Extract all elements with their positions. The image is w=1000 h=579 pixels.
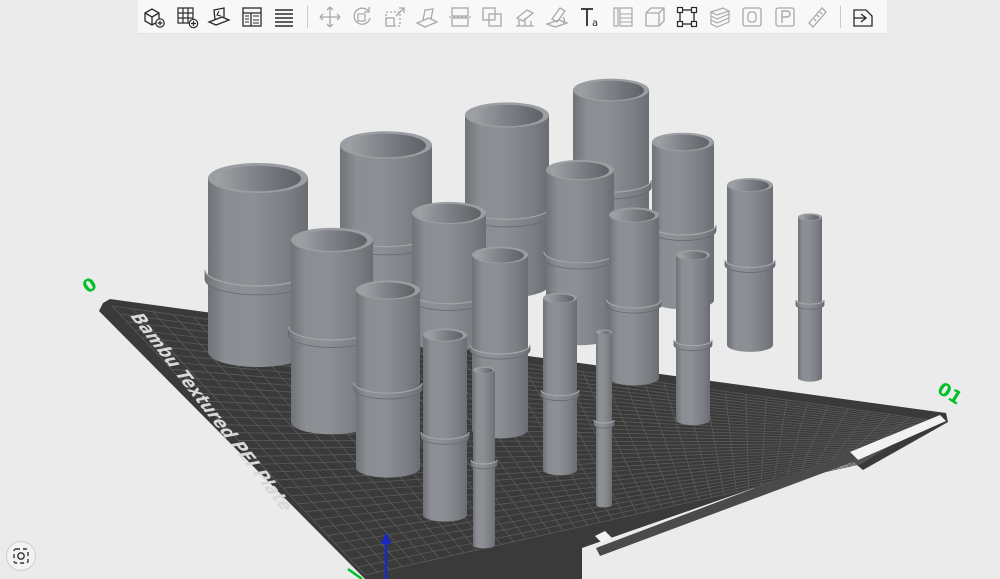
cylinder-hole xyxy=(417,204,481,223)
camera-view-button[interactable] xyxy=(6,541,36,571)
part-cylinder[interactable] xyxy=(420,328,470,522)
cylinder-hole xyxy=(361,282,415,299)
cylinder-hole xyxy=(475,367,493,374)
cylinder-hole xyxy=(215,165,301,192)
cylinder-hole xyxy=(427,330,463,341)
part-cylinder[interactable] xyxy=(593,329,615,508)
cylinder-hole xyxy=(679,251,707,260)
camera-icon xyxy=(13,548,29,564)
3d-viewport[interactable]: Bambu Textured PEI Plate001 xyxy=(0,0,1000,579)
cylinder-hole xyxy=(346,133,426,158)
cylinder-hole xyxy=(657,134,709,151)
cylinder-hole xyxy=(731,179,769,192)
cylinder-hole xyxy=(801,214,819,221)
cylinder-body xyxy=(596,332,612,508)
cylinder-hole xyxy=(598,330,610,335)
cylinder-body xyxy=(473,370,495,549)
cylinder-hole xyxy=(613,209,655,222)
cylinder-hole xyxy=(471,104,543,127)
part-cylinder[interactable] xyxy=(606,207,662,386)
cylinder-hole xyxy=(476,248,524,263)
cylinder-body xyxy=(423,335,467,522)
part-cylinder[interactable] xyxy=(673,249,713,426)
cylinder-hole xyxy=(546,294,574,303)
corner-label-right: 01 xyxy=(933,378,965,409)
cylinder-body xyxy=(356,290,420,478)
cylinder-body xyxy=(543,298,577,476)
part-cylinder[interactable] xyxy=(540,292,580,476)
part-cylinder[interactable] xyxy=(724,178,776,352)
cylinder-hole xyxy=(297,230,367,251)
part-cylinder[interactable] xyxy=(470,366,498,549)
part-cylinder[interactable] xyxy=(353,280,423,478)
corner-label-left: 0 xyxy=(79,274,101,298)
cylinder-hole xyxy=(551,161,609,180)
cylinder-hole xyxy=(578,80,644,101)
cylinder-body xyxy=(798,217,822,382)
part-cylinder[interactable] xyxy=(795,213,825,382)
cylinder-body xyxy=(609,215,659,386)
cylinder-body xyxy=(676,255,710,426)
